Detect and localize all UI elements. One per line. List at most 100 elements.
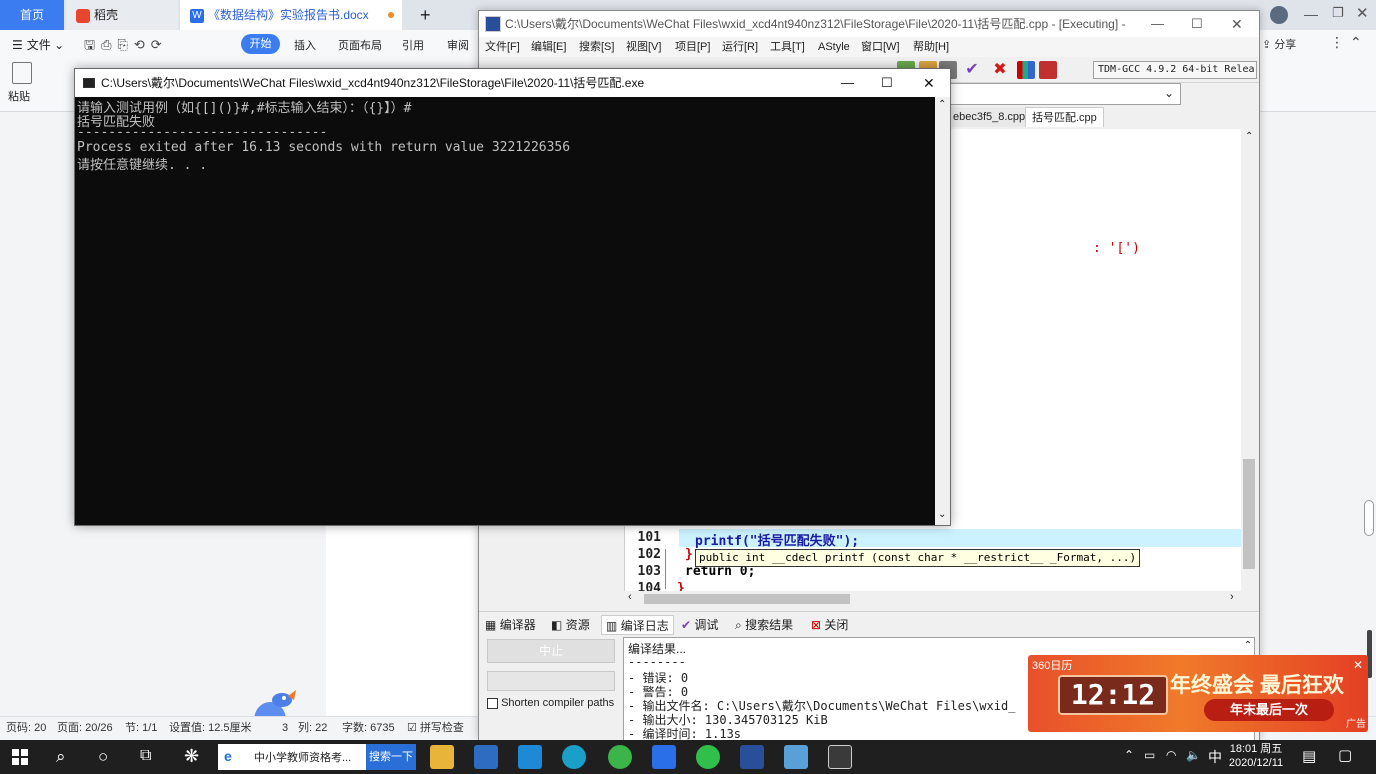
ribbon-tab-layout[interactable]: 页面布局 (338, 37, 382, 53)
hscroll-thumb[interactable] (644, 594, 850, 604)
mail-icon[interactable] (518, 745, 542, 769)
editor-horizontal-scrollbar[interactable]: ‹ › (624, 591, 1244, 607)
browser-icon[interactable] (608, 745, 632, 769)
menu-run[interactable]: 运行[R] (722, 37, 758, 57)
log-scroll-up-icon[interactable]: ⌃ (1244, 640, 1252, 651)
minimize-icon[interactable]: — (1304, 6, 1318, 22)
collapse-ribbon-icon[interactable]: ⌃ (1350, 34, 1362, 51)
menu-tools[interactable]: 工具[T] (770, 37, 805, 57)
menu-file[interactable]: 文件[F] (485, 37, 520, 57)
wifi-icon[interactable]: ◠ (1166, 748, 1176, 762)
ribbon-tab-reference[interactable]: 引用 (402, 37, 424, 53)
restore-icon[interactable]: ❐ (1332, 5, 1344, 21)
app-icon[interactable]: ❋ (184, 746, 199, 767)
ribbon-tab-start[interactable]: 开始 (241, 34, 280, 54)
tab-compiler[interactable]: ▦ 编译器 (485, 615, 536, 635)
devcpp-maximize-icon[interactable]: ☐ (1191, 11, 1203, 37)
devcpp-taskbar-icon[interactable] (740, 745, 764, 769)
console-close-icon[interactable]: ✕ (923, 69, 935, 97)
resources-icon: ◧ (551, 618, 563, 632)
editor-vertical-scrollbar[interactable]: ⌃ (1241, 129, 1257, 603)
edge-icon[interactable] (562, 745, 586, 769)
menu-view[interactable]: 视图[V] (626, 37, 661, 57)
tab-debug[interactable]: ✔ 调试 (681, 615, 718, 635)
quick-access-icons[interactable]: 🖫⎙⎘⟲⟳ (84, 36, 168, 58)
doc-scroll-thumb[interactable] (1364, 500, 1374, 536)
show-desktop-icon[interactable]: ▢ (1338, 746, 1352, 764)
status-words[interactable]: 字数: 6735 (342, 717, 395, 739)
notepad-icon[interactable] (784, 745, 808, 769)
taskbar-search-button[interactable]: 搜索一下 (366, 744, 416, 770)
tab-resources[interactable]: ◧ 资源 (551, 615, 590, 635)
spell-check-toggle[interactable]: ☑ 拼写检查 (407, 717, 464, 739)
abort-button[interactable]: 中止 (487, 639, 615, 663)
file-menu[interactable]: ☰ 文件 ⌄ (12, 36, 64, 53)
menu-help[interactable]: 帮助[H] (913, 37, 949, 57)
file-tab-other[interactable]: ebec3f5_8.cpp (949, 107, 1030, 127)
stop-icon[interactable]: ✖ (991, 61, 1009, 79)
paste-icon[interactable] (12, 62, 32, 84)
status-page-code[interactable]: 页码: 20 (6, 717, 46, 739)
ad-banner[interactable]: 360日历 12:12 年终盛会 最后狂欢 年末最后一次 广告 ✕ (1028, 655, 1368, 732)
more-icon[interactable]: ⋮ (1330, 34, 1344, 51)
scroll-up-icon[interactable]: ⌃ (1245, 131, 1253, 142)
ribbon-tab-review[interactable]: 审阅 (447, 37, 469, 53)
tab-close[interactable]: ⊠ 关闭 (811, 615, 848, 635)
scroll-thumb[interactable] (1243, 459, 1255, 569)
console-minimize-icon[interactable]: — (841, 69, 854, 97)
ime-indicator[interactable]: 中 (1208, 747, 1222, 767)
scroll-up-icon[interactable]: ⌃ (938, 99, 946, 110)
console-taskbar-icon[interactable] (828, 745, 852, 769)
shorten-paths-option[interactable]: Shorten compiler paths (487, 697, 614, 709)
tab-search-results[interactable]: ⌕ 搜索结果 (735, 615, 793, 635)
console-output[interactable]: 请输入测试用例（如{[]()}#,#标志输入结束）：（{}】）# 括号匹配失败 … (75, 97, 935, 525)
console-maximize-icon[interactable]: ☐ (881, 69, 893, 97)
check-icon[interactable]: ✔ (963, 61, 981, 79)
menu-project[interactable]: 项目[P] (675, 37, 710, 57)
windows-start-icon[interactable] (12, 749, 28, 765)
share-button[interactable]: ⇪ 分享 (1262, 36, 1296, 52)
cortana-icon[interactable]: ○ (98, 747, 108, 767)
devcpp-close-icon[interactable]: ✕ (1231, 11, 1243, 37)
ad-close-icon[interactable]: ✕ (1350, 657, 1366, 673)
battery-icon[interactable]: ▭ (1144, 748, 1155, 762)
ribbon-tab-insert[interactable]: 插入 (294, 37, 316, 53)
volume-icon[interactable]: 🔈 (1186, 748, 1201, 762)
store-icon[interactable] (474, 745, 498, 769)
file-tab-active[interactable]: 括号匹配.cpp (1025, 107, 1104, 127)
status-page[interactable]: 页面: 20/26 (57, 717, 113, 739)
ad-sub[interactable]: 年末最后一次 (1204, 699, 1334, 721)
file-explorer-icon[interactable] (430, 745, 454, 769)
tab-docer[interactable]: 稻壳 (66, 0, 178, 30)
task-view-icon[interactable]: ⧉ (140, 747, 151, 765)
tab-home[interactable]: 首页 (0, 0, 64, 30)
fold-line (665, 549, 666, 589)
tray-expand-icon[interactable]: ⌃ (1124, 748, 1134, 762)
chart-icon[interactable] (1017, 61, 1035, 79)
close-icon[interactable]: ✕ (1356, 4, 1369, 22)
compiler-select[interactable]: TDM-GCC 4.9.2 64-bit Relea (1093, 61, 1257, 79)
tab-document[interactable]: W 《数据结构》实验报告书.docx (180, 0, 402, 30)
new-tab-button[interactable]: + (410, 0, 440, 30)
menu-edit[interactable]: 编辑[E] (531, 37, 566, 57)
scroll-down-icon[interactable]: ⌄ (938, 509, 946, 520)
taskbar-search-box[interactable]: e 中小学教师资格考... (218, 744, 366, 770)
paste-label[interactable]: 粘贴 (8, 88, 30, 104)
avatar[interactable] (1270, 6, 1288, 24)
wechat-icon[interactable] (696, 745, 720, 769)
devcpp-minimize-icon[interactable]: — (1151, 11, 1164, 37)
tab-compile-log[interactable]: ▥ 编译日志 (601, 615, 674, 635)
profile-icon[interactable] (1039, 61, 1057, 79)
wps-icon[interactable] (652, 745, 676, 769)
clock[interactable]: 18:01 周五 2020/12/11 (1226, 742, 1286, 770)
menu-search[interactable]: 搜索[S] (579, 37, 614, 57)
scroll-right-icon[interactable]: › (1230, 591, 1234, 603)
scroll-left-icon[interactable]: ‹ (628, 591, 632, 603)
notification-icon[interactable]: ▤ (1302, 747, 1316, 765)
search-icon[interactable]: ⌕ (56, 747, 66, 767)
menu-astyle[interactable]: AStyle (818, 37, 850, 57)
menu-window[interactable]: 窗口[W] (861, 37, 900, 57)
checkbox-icon[interactable] (487, 697, 498, 709)
console-scrollbar[interactable]: ⌃ ⌄ (935, 97, 950, 525)
function-combo[interactable]: ⌄ (949, 83, 1181, 105)
